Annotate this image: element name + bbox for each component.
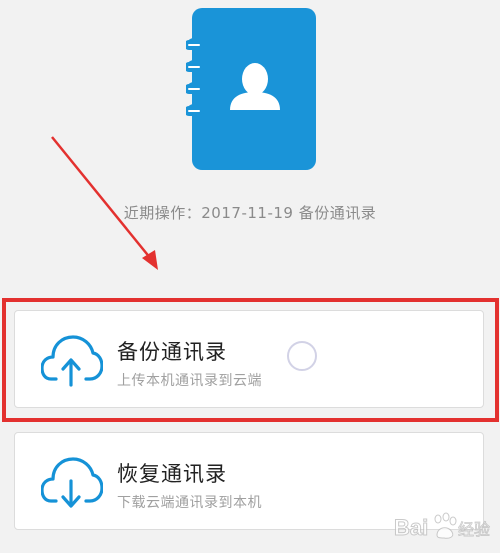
restore-title: 恢复通讯录 (117, 462, 227, 486)
cloud-download-icon (41, 457, 103, 508)
cloud-upload-icon (41, 335, 103, 387)
restore-subtitle: 下载云端通讯录到本机 (117, 495, 262, 511)
backup-contacts-card[interactable]: 备份通讯录 上传本机通讯录到云端 (14, 310, 484, 408)
recent-operation-text: 近期操作：2017-11-19 备份通讯录 (123, 204, 377, 222)
backup-subtitle: 上传本机通讯录到云端 (117, 373, 262, 389)
backup-title: 备份通讯录 (117, 340, 227, 364)
baidu-jingyan-watermark: Bai 经验 (394, 512, 490, 541)
svg-text:经验: 经验 (458, 520, 490, 539)
contacts-book-icon (186, 8, 316, 170)
svg-text:Bai: Bai (394, 515, 428, 540)
loading-spinner-icon (287, 341, 317, 371)
